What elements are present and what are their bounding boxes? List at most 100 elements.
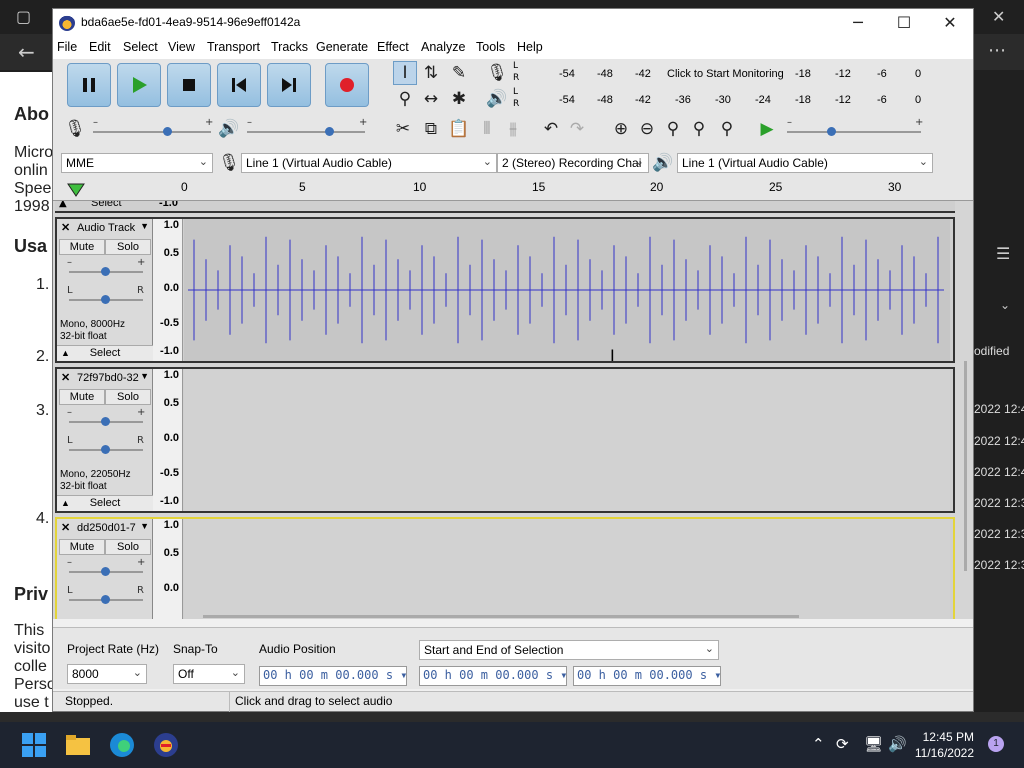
recording-volume-slider[interactable] [93, 131, 211, 133]
playback-volume-slider[interactable] [247, 131, 365, 133]
trim-button[interactable]: ⫴ [475, 117, 499, 141]
menu-help[interactable]: Help [517, 40, 543, 54]
track-dd250d01[interactable]: ✕ dd250d01-7 ▼ Mute Solo – + L R 1.0 0.5… [55, 517, 955, 619]
horizontal-scrollbar[interactable] [203, 615, 799, 618]
record-button[interactable] [325, 63, 369, 107]
menu-analyze[interactable]: Analyze [421, 40, 465, 54]
file-explorer-icon[interactable] [64, 731, 92, 759]
zoom-tool[interactable]: ⚲ [393, 87, 417, 111]
waveform-area[interactable] [184, 369, 950, 511]
track-name-bar[interactable]: ✕ dd250d01-7 ▼ [59, 521, 151, 537]
solo-button[interactable]: Solo [105, 539, 151, 555]
waveform-area[interactable] [184, 219, 950, 361]
more-icon[interactable]: ⋯ [988, 40, 1006, 61]
stop-button[interactable] [167, 63, 211, 107]
multi-tool[interactable]: ✱ [447, 87, 471, 111]
play-button[interactable] [117, 63, 161, 107]
zoom-toggle-button[interactable]: ⚲ [715, 117, 739, 141]
audacity-taskbar-icon[interactable] [152, 731, 180, 759]
record-meter[interactable]: L R -54 -48 -42 Click to Start Monitorin… [513, 61, 925, 87]
pan-knob[interactable] [101, 445, 110, 454]
recording-channels-select[interactable]: 2 (Stereo) Recording Chai ⌄ [497, 153, 649, 173]
network-icon[interactable]: 🖥 [864, 735, 883, 753]
fit-selection-button[interactable]: ⚲ [661, 117, 685, 141]
chevron-down-icon[interactable]: ⌄ [1000, 298, 1010, 312]
amplitude-ruler[interactable]: 1.0 0.5 0.0 -0.5 -1.0 [153, 369, 183, 511]
skip-to-start-button[interactable] [217, 63, 261, 107]
menu-generate[interactable]: Generate [316, 40, 368, 54]
track-name[interactable]: Audio Track [77, 222, 139, 234]
volume-icon[interactable]: 🔊 [888, 735, 907, 753]
menu-tracks[interactable]: Tracks [271, 40, 308, 54]
menu-effect[interactable]: Effect [377, 40, 409, 54]
pan-knob[interactable] [101, 595, 110, 604]
play-speed-slider[interactable] [787, 131, 921, 133]
track-audio-track[interactable]: ✕ Audio Track ▼ Mute Solo – + L R Mono, … [55, 217, 955, 363]
solo-button[interactable]: Solo [105, 239, 151, 255]
close-button[interactable]: ✕ [927, 11, 973, 35]
copy-button[interactable]: ⧉ [419, 117, 443, 141]
audio-position-field[interactable]: 00 h 00 m 00.000 s ▾ [259, 666, 408, 686]
playback-volume-knob[interactable] [325, 127, 334, 136]
gain-knob[interactable] [101, 417, 110, 426]
time-shift-tool[interactable]: ↔ [419, 87, 443, 111]
pin-triangle-icon[interactable] [67, 182, 85, 198]
collapse-icon[interactable]: ▲ [61, 496, 70, 511]
track-72f97bd0[interactable]: ✕ 72f97bd0-32 ▼ Mute Solo – + L R Mono, … [55, 367, 955, 513]
menu-select[interactable]: Select [123, 40, 158, 54]
track-name[interactable]: 72f97bd0-32 [77, 372, 139, 384]
playback-device-select[interactable]: Line 1 (Virtual Audio Cable) ⌄ [677, 153, 933, 173]
project-rate-select[interactable]: 8000 ⌄ [67, 664, 147, 684]
track-menu-icon[interactable]: ▼ [140, 521, 149, 531]
notification-badge[interactable]: 1 [988, 736, 1004, 752]
play-speed-knob[interactable] [827, 127, 836, 136]
column-header-modified[interactable]: odified [974, 344, 1009, 358]
play-at-speed-button[interactable]: ▶ [755, 117, 779, 141]
fit-project-button[interactable]: ⚲ [687, 117, 711, 141]
solo-button[interactable]: Solo [105, 389, 151, 405]
draw-tool[interactable]: ✎ [447, 61, 471, 85]
menu-transport[interactable]: Transport [207, 40, 260, 54]
track-menu-icon[interactable]: ▼ [140, 221, 149, 231]
undo-button[interactable]: ↶ [539, 117, 563, 141]
title-bar[interactable]: bda6ae5e-fd01-4ea9-9514-96e9eff0142a ─ ☐… [53, 9, 973, 37]
record-meter-mic[interactable]: 🎙 [485, 61, 509, 85]
track-panel[interactable]: ▲ Select -1.0 ✕ Audio Track ▼ Mute Solo … [53, 201, 973, 619]
edge-browser-icon[interactable] [108, 731, 136, 759]
select-button[interactable]: ▲ Select [57, 495, 153, 511]
windows-start-icon[interactable] [20, 731, 48, 759]
mute-button[interactable]: Mute [59, 239, 105, 255]
gain-knob[interactable] [101, 267, 110, 276]
menu-icon[interactable]: ☰ [996, 244, 1010, 263]
waveform-area[interactable] [184, 519, 950, 619]
close-track-icon[interactable]: ✕ [61, 371, 70, 384]
recording-volume-knob[interactable] [163, 127, 172, 136]
recording-device-select[interactable]: Line 1 (Virtual Audio Cable) ⌄ [241, 153, 497, 173]
minimize-button[interactable]: ─ [835, 11, 881, 35]
timeline-ruler[interactable]: 0 5 10 15 20 25 30 [53, 179, 973, 201]
paste-button[interactable]: 📋 [447, 117, 471, 141]
silence-button[interactable]: ⫵ [501, 117, 525, 141]
mute-button[interactable]: Mute [59, 539, 105, 555]
zoom-out-button[interactable]: ⊖ [635, 117, 659, 141]
playback-meter[interactable]: L R -54 -48 -42 -36 -30 -24 -18 -12 -6 0 [513, 87, 925, 113]
tab-actions-icon[interactable]: ▢ [16, 7, 31, 26]
selection-tool[interactable]: I [393, 61, 417, 85]
pan-knob[interactable] [101, 295, 110, 304]
select-button[interactable]: ▲ Select [57, 345, 153, 361]
selection-end-field[interactable]: 00 h 00 m 00.000 s ▾ [573, 666, 722, 686]
close-icon[interactable]: ✕ [992, 7, 1005, 26]
clock[interactable]: 12:45 PM 11/16/2022 [915, 729, 974, 761]
maximize-button[interactable]: ☐ [881, 11, 927, 35]
amplitude-ruler[interactable]: 1.0 0.5 0.0 -0.5 -1.0 [153, 219, 183, 361]
selection-mode-select[interactable]: Start and End of Selection ⌄ [419, 640, 719, 660]
selection-start-field[interactable]: 00 h 00 m 00.000 s ▾ [419, 666, 568, 686]
gain-knob[interactable] [101, 567, 110, 576]
collapse-icon[interactable]: ▲ [59, 201, 67, 209]
audio-host-select[interactable]: MME ⌄ [61, 153, 213, 173]
redo-button[interactable]: ↷ [565, 117, 589, 141]
sync-icon[interactable]: ⟳ [836, 735, 849, 753]
menu-file[interactable]: File [57, 40, 77, 54]
track-name[interactable]: dd250d01-7 [77, 522, 139, 534]
envelope-tool[interactable]: ⇅ [419, 61, 443, 85]
